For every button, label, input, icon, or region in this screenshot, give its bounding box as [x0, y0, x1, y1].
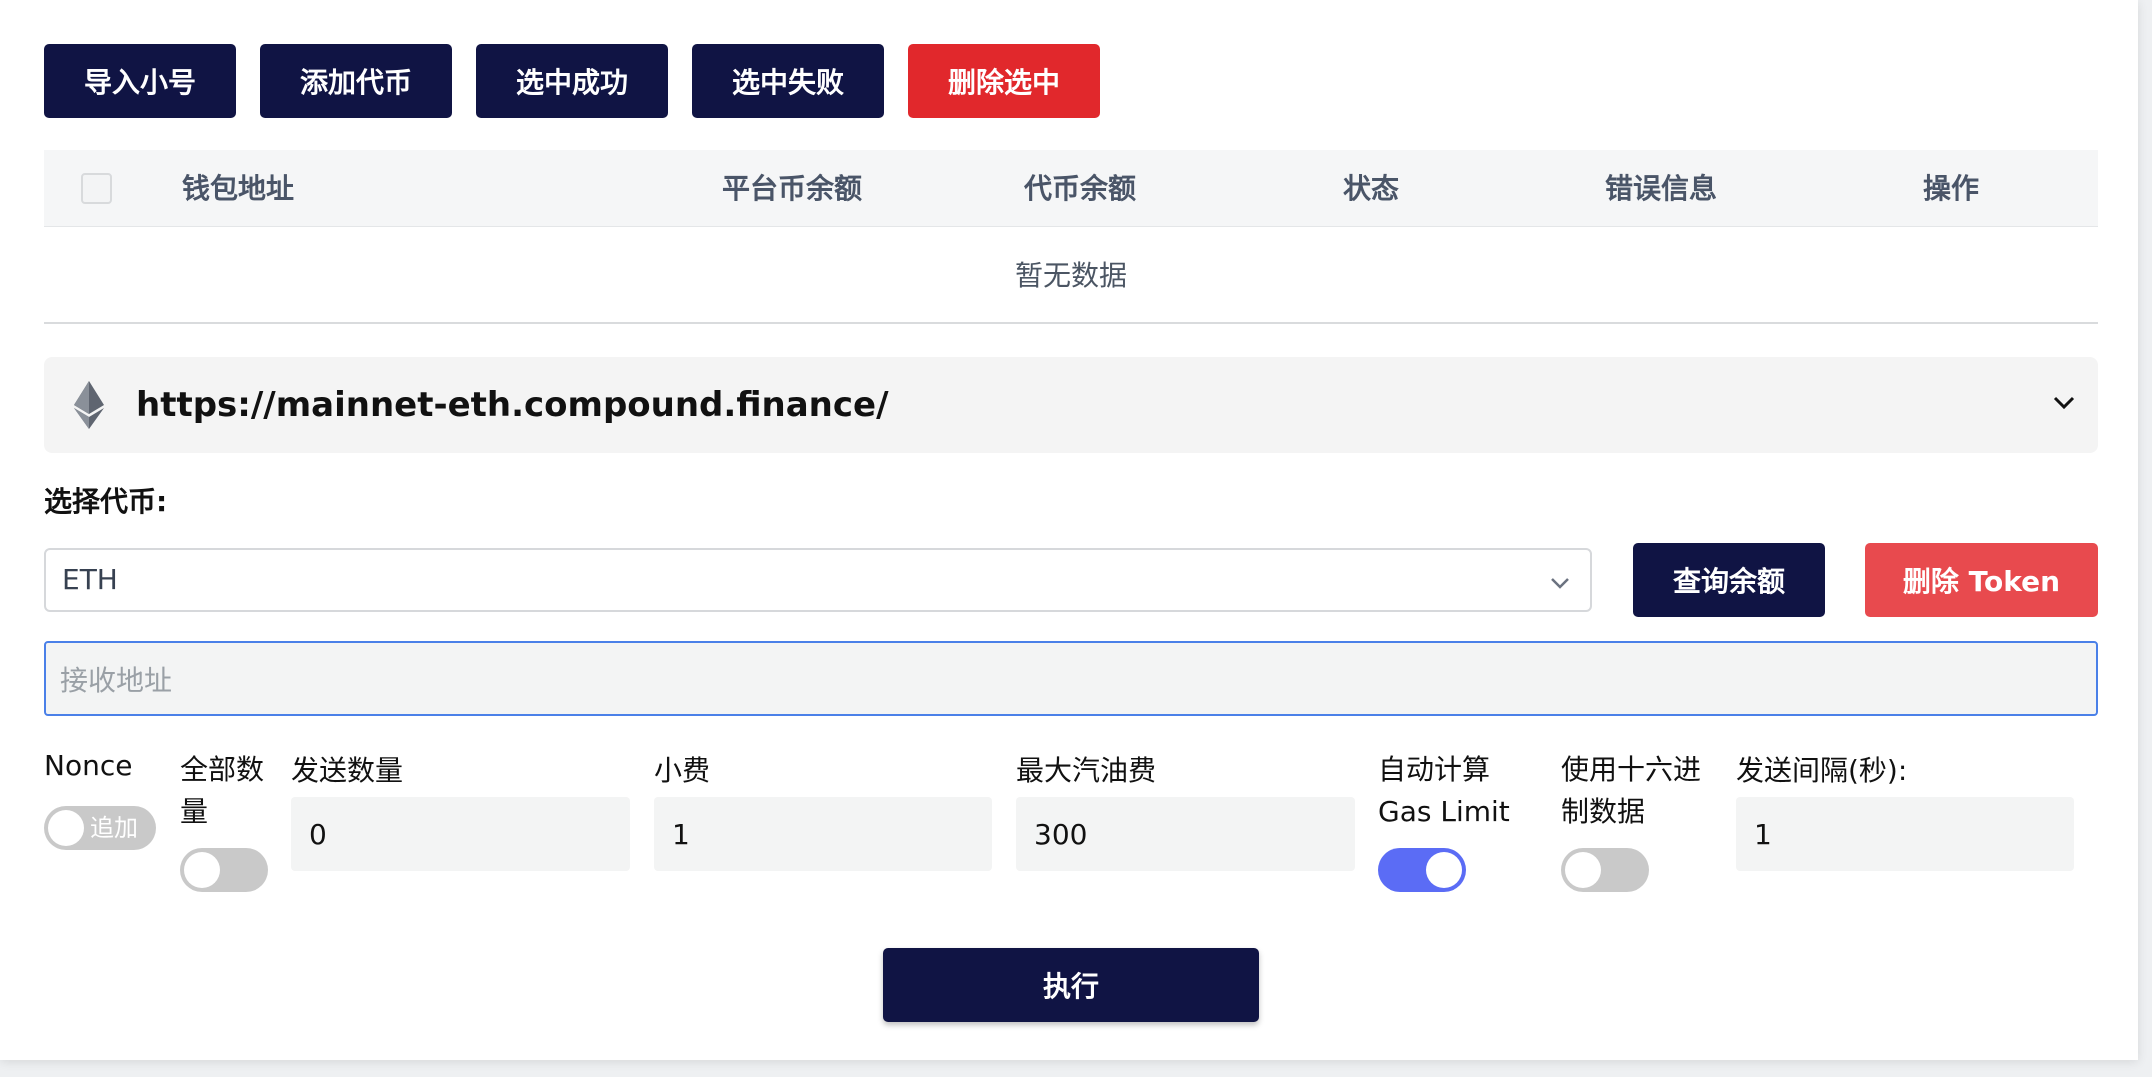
column-header-token-balance: 代币余额: [1024, 172, 1137, 205]
send-interval-input[interactable]: 1: [1736, 797, 2074, 871]
toggle-knob: [1426, 852, 1462, 888]
select-fail-button[interactable]: 选中失败: [692, 44, 884, 118]
ethereum-icon: [74, 381, 104, 433]
nonce-label: Nonce: [44, 749, 133, 782]
send-interval-label: 发送间隔(秒):: [1736, 754, 1908, 787]
import-accounts-button[interactable]: 导入小号: [44, 44, 236, 118]
toggle-knob: [184, 852, 220, 888]
hex-data-label: 使用十六进制数据: [1561, 753, 1702, 828]
column-header-status: 状态: [1343, 172, 1400, 205]
select-success-button[interactable]: 选中成功: [476, 44, 668, 118]
token-select-label: 选择代币:: [44, 485, 168, 518]
main-panel: 导入小号 添加代币 选中成功 选中失败 删除选中 钱包地址 平台币余额 代币余额…: [0, 0, 2138, 1060]
select-all-checkbox[interactable]: [81, 173, 112, 204]
max-gas-label: 最大汽油费: [1016, 754, 1157, 787]
send-amount-label: 发送数量: [291, 754, 404, 787]
tip-input[interactable]: 1: [654, 797, 992, 871]
delete-selected-button[interactable]: 删除选中: [908, 44, 1100, 118]
all-amount-label: 全部数量: [180, 753, 265, 828]
delete-token-button[interactable]: 删除 Token: [1865, 543, 2098, 617]
token-select-value: ETH: [62, 563, 118, 596]
column-header-error: 错误信息: [1605, 172, 1718, 205]
chevron-down-icon: [1550, 574, 1570, 593]
hex-data-toggle[interactable]: [1561, 848, 1649, 892]
tip-label: 小费: [654, 754, 711, 787]
max-gas-input[interactable]: 300: [1016, 797, 1355, 871]
auto-gas-label: 自动计算Gas Limit: [1378, 753, 1510, 828]
column-header-wallet-address: 钱包地址: [182, 172, 295, 205]
column-header-actions: 操作: [1923, 172, 1980, 205]
token-select[interactable]: ETH: [44, 548, 1592, 612]
add-token-button[interactable]: 添加代币: [260, 44, 452, 118]
execute-button[interactable]: 执行: [883, 948, 1259, 1022]
table-empty-text: 暂无数据: [44, 228, 2098, 324]
receive-address-input[interactable]: 接收地址: [44, 641, 2098, 716]
toggle-knob: [48, 810, 84, 846]
rpc-selector[interactable]: https://mainnet-eth.compound.finance/: [44, 357, 2098, 453]
nonce-toggle-text: 追加: [90, 814, 138, 842]
all-amount-toggle[interactable]: [180, 848, 268, 892]
nonce-toggle[interactable]: 追加: [44, 806, 156, 850]
column-header-native-balance: 平台币余额: [722, 172, 863, 205]
chevron-down-icon[interactable]: [2052, 395, 2076, 415]
rpc-url: https://mainnet-eth.compound.finance/: [136, 385, 889, 425]
auto-gas-toggle[interactable]: [1378, 848, 1466, 892]
table-header: 钱包地址 平台币余额 代币余额 状态 错误信息 操作: [44, 150, 2098, 227]
query-balance-button[interactable]: 查询余额: [1633, 543, 1825, 617]
toggle-knob: [1565, 852, 1601, 888]
send-amount-input[interactable]: 0: [291, 797, 630, 871]
